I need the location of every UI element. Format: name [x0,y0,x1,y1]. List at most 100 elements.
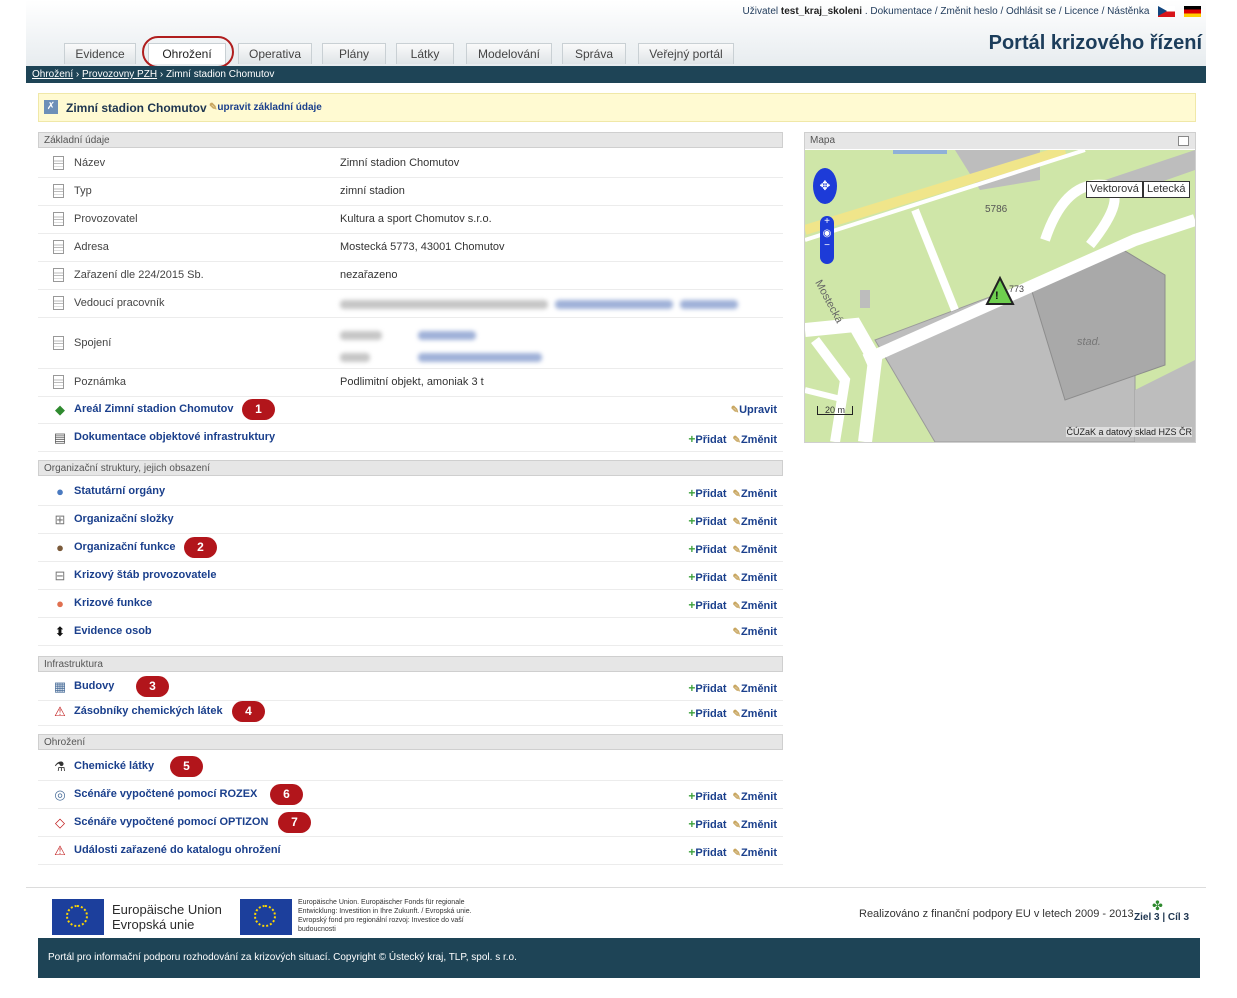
change-button[interactable]: ✎Změnit [727,572,777,584]
row-actions: +Přidat ✎Změnit [688,542,777,556]
tab-modelovani[interactable]: Modelování [466,43,552,64]
field-label: Poznámka [74,376,126,388]
row-actions: +Přidat ✎Změnit [688,486,777,500]
link-rozex[interactable]: Scénáře vypočtené pomocí ROZEX [74,788,257,800]
breadcrumb-provozovny[interactable]: Provozovny PZH [82,69,157,80]
user-name[interactable]: test_kraj_skoleni [781,6,862,17]
add-label: Přidat [695,544,727,556]
zoom-control-icon[interactable]: + ◉ − [820,216,834,264]
change-label: Změnit [740,708,777,720]
link-evidence-osob[interactable]: Evidence osob [74,625,152,637]
field-row: Název Zimní stadion Chomutov [38,150,783,178]
link-budovy[interactable]: Budovy [74,680,114,692]
link-chemicke-latky[interactable]: Chemické látky [74,760,154,772]
pencil-icon: ✎ [730,405,740,416]
change-label: Změnit [740,600,777,612]
map-header: Mapa [805,133,1195,149]
add-label: Přidat [695,819,727,831]
add-button[interactable]: +Přidat [688,570,726,584]
tab-operativa[interactable]: Operativa [238,43,312,64]
user-prefix: Uživatel [742,6,779,18]
change-button[interactable]: ✎Změnit [727,683,777,695]
map-label-stad: stad. [1077,336,1101,348]
building-icon: ▦ [53,679,67,694]
change-button[interactable]: ✎Změnit [727,819,777,831]
link-statutarni[interactable]: Statutární orgány [74,485,165,497]
add-button[interactable]: +Přidat [688,486,726,500]
aerial-layer-button[interactable]: Letecká [1143,181,1190,198]
edit-button[interactable]: ✎Upravit [725,404,777,416]
map-warning-icon[interactable]: ! [995,290,999,302]
czech-flag-icon[interactable] [1158,6,1176,17]
add-button[interactable]: +Přidat [688,598,726,612]
map-panel: Mapa ✥ + ◉ − Vektorová Letecká 5786 773 … [804,132,1196,443]
pencil-icon: ✎ [732,627,741,638]
change-button[interactable]: ✎Změnit [727,516,777,528]
change-button[interactable]: ✎Změnit [727,434,777,446]
tab-evidence[interactable]: Evidence [64,43,136,64]
row-actions: +Přidat ✎Změnit [688,706,777,720]
pan-control-icon[interactable]: ✥ [813,168,837,204]
tab-verejny-portal[interactable]: Veřejný portál [638,43,734,64]
row-actions: +Přidat ✎Změnit [688,570,777,584]
link-krizovy-stab[interactable]: Krizový štáb provozovatele [74,569,216,581]
row-actions: ✎Změnit [727,626,777,638]
document-icon [53,268,64,282]
tab-sprava[interactable]: Správa [562,43,626,64]
add-button[interactable]: +Přidat [688,789,726,803]
add-button[interactable]: +Přidat [688,514,726,528]
link-org-funkce[interactable]: Organizační funkce [74,541,175,553]
link-row: ⬍ Evidence osob ✎Změnit [38,618,783,646]
link-row: ◇ Scénáře vypočtené pomocí OPTIZON 7 +Př… [38,809,783,837]
change-button[interactable]: ✎Změnit [727,847,777,859]
link-areal[interactable]: Areál Zimní stadion Chomutov [74,403,234,415]
add-button[interactable]: +Přidat [688,706,726,720]
field-label: Spojení [74,337,112,349]
row-actions: +Přidat ✎Změnit [688,432,777,446]
footer-divider [26,887,1206,888]
link-dokumentace[interactable]: Dokumentace objektové infrastruktury [74,431,275,443]
map-canvas[interactable]: ✥ + ◉ − Vektorová Letecká 5786 773 ! Moste… [805,150,1195,442]
vector-layer-button[interactable]: Vektorová [1086,181,1143,198]
document-icon [53,375,64,389]
change-button[interactable]: ✎Změnit [727,626,777,638]
map-label-773: 773 [1009,284,1025,294]
link-krizove-funkce[interactable]: Krizové funkce [74,597,152,609]
link-optizon[interactable]: Scénáře vypočtené pomocí OPTIZON [74,816,268,828]
eu-fund-text: Europäische Union. Europäischer Fonds fü… [298,899,472,933]
pencil-icon: ✎ [732,601,741,612]
change-button[interactable]: ✎Změnit [727,488,777,500]
edit-basic-link[interactable]: ✎upravit základní údaje [209,102,322,113]
tab-plany[interactable]: Plány [322,43,386,64]
field-label: Adresa [74,241,109,253]
add-button[interactable]: +Přidat [688,681,726,695]
breadcrumb-ohrozeni[interactable]: Ohrožení [32,69,73,80]
pencil-icon: ✎ [732,489,741,500]
field-value: nezařazeno [340,269,398,281]
tab-latky[interactable]: Látky [396,43,454,64]
link-udalosti[interactable]: Události zařazené do katalogu ohrožení [74,844,281,856]
change-label: Změnit [740,572,777,584]
change-button[interactable]: ✎Změnit [727,600,777,612]
add-button[interactable]: +Přidat [688,432,727,446]
change-button[interactable]: ✎Změnit [727,791,777,803]
german-flag-icon[interactable] [1184,6,1201,17]
maximize-icon[interactable] [1178,136,1189,146]
row-actions: +Přidat ✎Změnit [688,817,777,831]
add-button[interactable]: +Přidat [688,817,727,831]
change-button[interactable]: ✎Změnit [727,544,777,556]
object-header: ✗ Zimní stadion Chomutov ✎upravit základ… [38,93,1196,122]
user-links[interactable]: . Dokumentace / Změnit heslo / Odhlásit … [865,6,1150,17]
link-row: ⊟ Krizový štáb provozovatele +Přidat ✎Změ… [38,562,783,590]
add-label: Přidat [695,434,727,446]
add-label: Přidat [695,847,727,859]
add-button[interactable]: +Přidat [688,845,727,859]
link-zasobniky[interactable]: Zásobníky chemických látek [74,705,223,717]
add-button[interactable]: +Přidat [688,542,727,556]
change-button[interactable]: ✎Změnit [727,708,777,720]
pencil-icon: ✎ [732,545,741,556]
link-org-slozky[interactable]: Organizační složky [74,513,174,525]
row-actions: ✎Upravit [725,404,777,416]
field-row: Vedoucí pracovník [38,290,783,318]
document-icon [53,156,64,170]
